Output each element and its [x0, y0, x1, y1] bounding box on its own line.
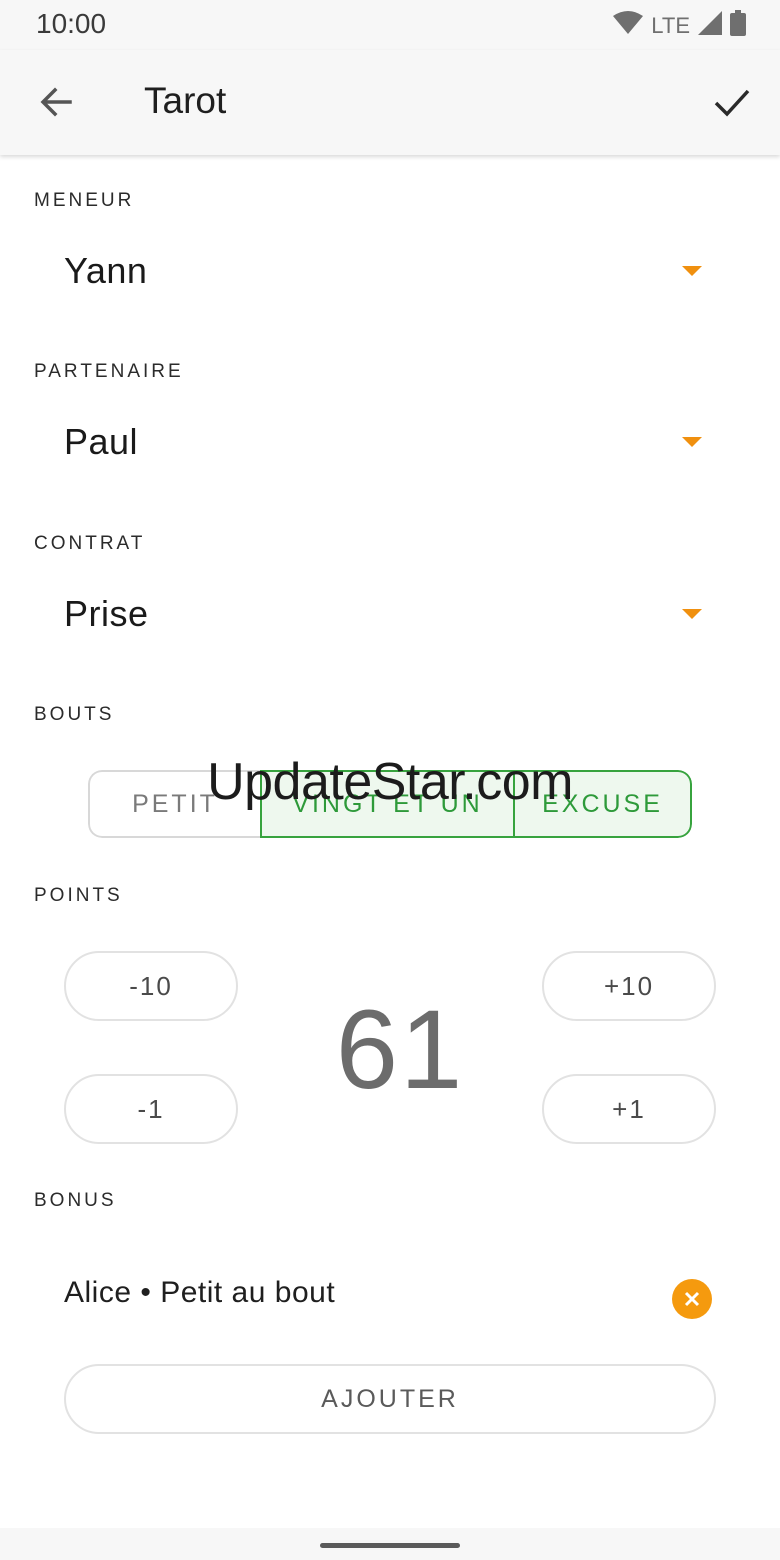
wifi-icon	[613, 11, 644, 40]
contrat-value: Prise	[64, 593, 149, 634]
minus-one-button[interactable]: -1	[64, 1074, 238, 1144]
home-indicator[interactable]	[320, 1543, 460, 1548]
toggle-vingt-et-un[interactable]: VINGT ET UN	[260, 770, 515, 838]
bonus-item-text: Alice • Petit au bout	[64, 1276, 336, 1309]
signal-icon	[698, 11, 722, 40]
minus-ten-button[interactable]: -10	[64, 951, 238, 1021]
remove-bonus-button[interactable]	[672, 1279, 712, 1319]
meneur-label: MENEUR	[34, 190, 135, 211]
app-bar: Tarot	[0, 50, 780, 155]
add-bonus-button[interactable]: AJOUTER	[64, 1364, 716, 1434]
plus-one-button[interactable]: +1	[542, 1074, 716, 1144]
meneur-dropdown[interactable]: Yann	[64, 236, 714, 306]
triangle-down-icon	[682, 437, 702, 447]
contrat-dropdown[interactable]: Prise	[64, 579, 714, 649]
bonus-label: BONUS	[34, 1190, 117, 1211]
contrat-label: CONTRAT	[34, 533, 146, 554]
page-title: Tarot	[144, 80, 227, 121]
confirm-button[interactable]	[706, 78, 758, 130]
points-value: 61	[335, 987, 465, 1112]
back-button[interactable]	[32, 80, 80, 128]
triangle-down-icon	[682, 266, 702, 276]
toggle-excuse[interactable]: EXCUSE	[515, 770, 692, 838]
partenaire-dropdown[interactable]: Paul	[64, 407, 714, 477]
plus-ten-button[interactable]: +10	[542, 951, 716, 1021]
points-label: POINTS	[34, 885, 123, 906]
bouts-label: BOUTS	[34, 704, 115, 725]
status-bar: 10:00 LTE	[0, 0, 780, 50]
network-type: LTE	[651, 12, 690, 38]
triangle-down-icon	[682, 609, 702, 619]
bouts-toggle-group: PETIT VINGT ET UN EXCUSE	[88, 770, 692, 838]
status-time: 10:00	[36, 8, 107, 39]
check-icon	[712, 82, 752, 127]
status-icons: LTE	[613, 10, 746, 41]
toggle-petit[interactable]: PETIT	[88, 770, 260, 838]
partenaire-value: Paul	[64, 421, 139, 462]
meneur-value: Yann	[64, 250, 148, 291]
close-icon	[684, 1291, 700, 1307]
arrow-left-icon	[38, 84, 74, 125]
battery-icon	[730, 10, 746, 41]
navigation-bar	[0, 1528, 780, 1560]
list-item: Alice • Petit au bout	[64, 1276, 714, 1322]
partenaire-label: PARTENAIRE	[34, 361, 184, 382]
